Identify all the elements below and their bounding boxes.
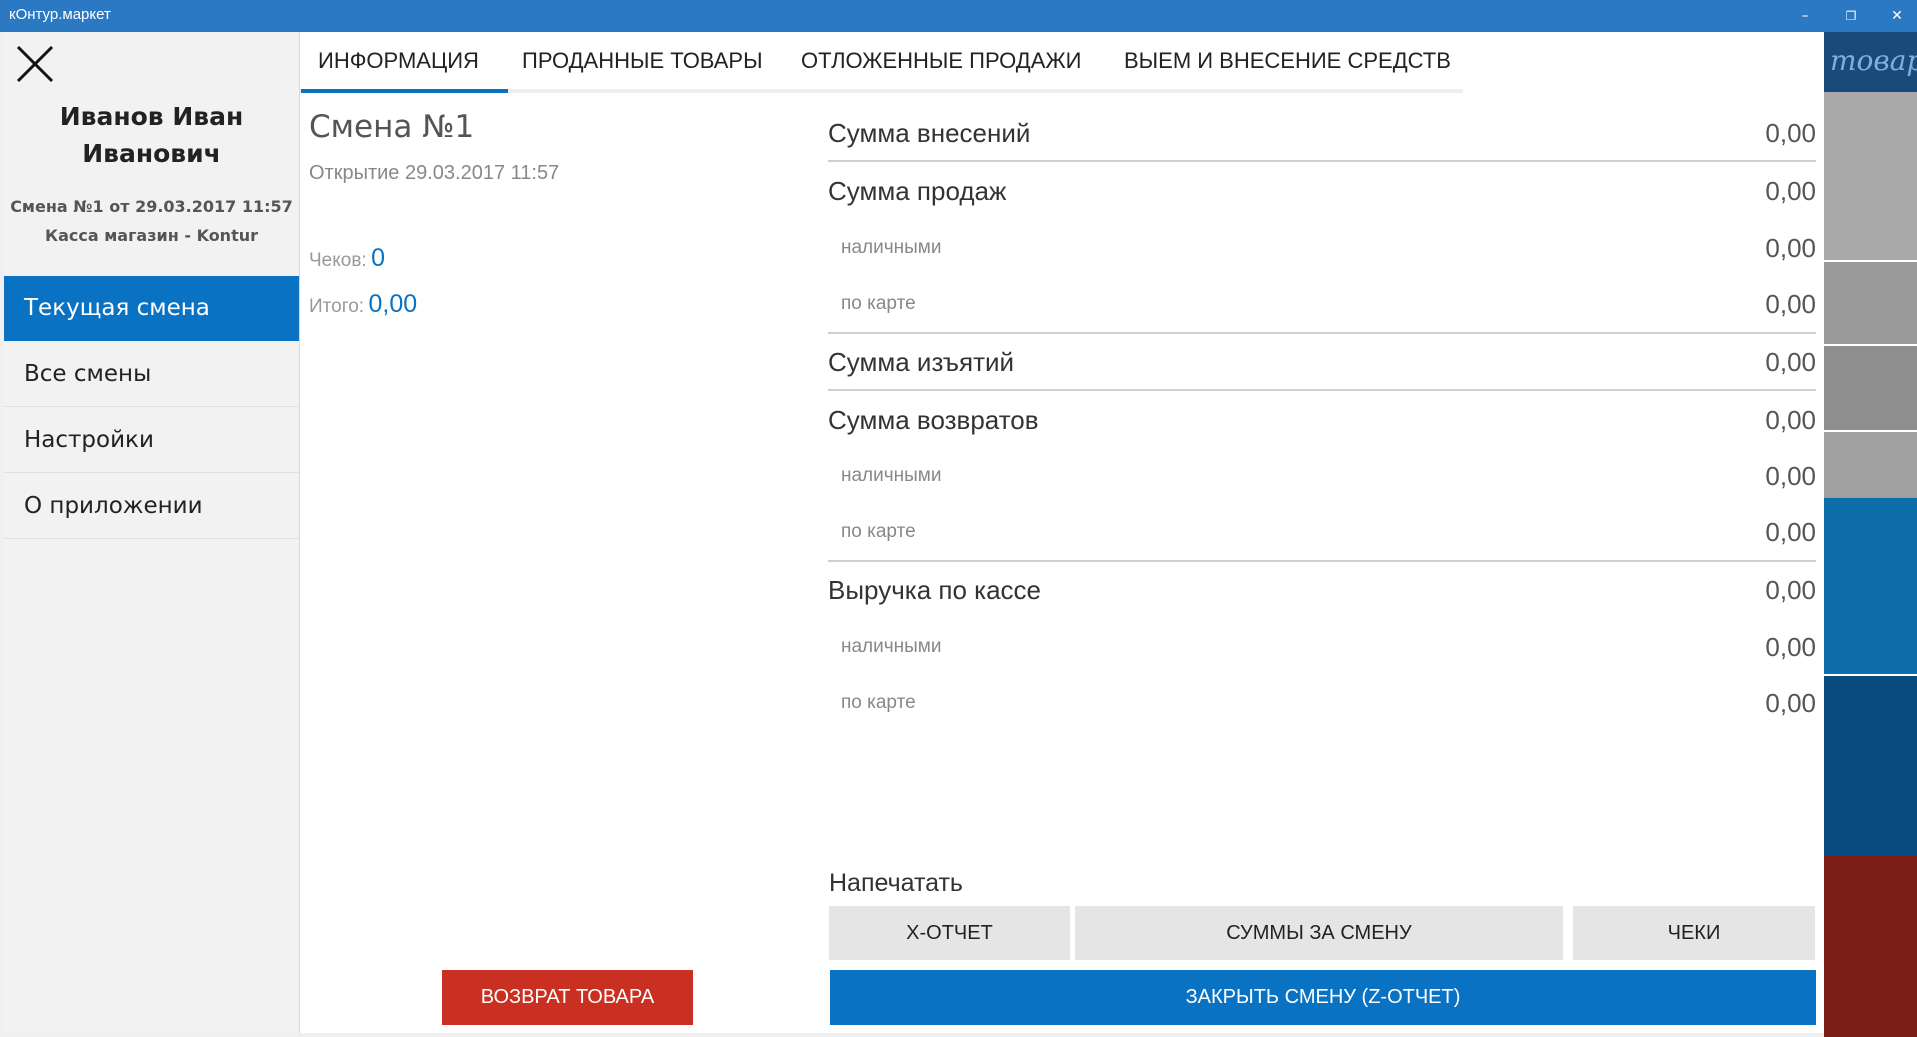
background-tile <box>1824 92 1917 262</box>
sidebar-item-settings[interactable]: Настройки <box>4 408 299 473</box>
row-value: 0,00 <box>1765 517 1816 547</box>
total-value: 0,00 <box>368 290 418 318</box>
row-value: 0,00 <box>1765 118 1816 148</box>
total-label: Итого: <box>309 296 365 317</box>
row-label: Сумма внесений <box>828 118 1031 148</box>
tab-cash-in-out[interactable]: ВЫЕМ И ВНЕСЕНИЕ СРЕДСТВ <box>1124 48 1451 74</box>
background-header: товары <box>1824 32 1917 92</box>
checks-count: Чеков: 0 <box>309 244 385 273</box>
sidebar-item-current-shift[interactable]: Текущая смена <box>4 276 299 341</box>
row-value: 0,00 <box>1765 176 1816 206</box>
row-value: 0,00 <box>1765 461 1816 491</box>
row-label: по карте <box>841 692 916 713</box>
print-checks-button[interactable]: ЧЕКИ <box>1573 906 1815 960</box>
divider <box>828 389 1816 391</box>
divider <box>828 332 1816 334</box>
app-title: кОнтур.маркет <box>9 6 111 23</box>
tab-information[interactable]: ИНФОРМАЦИЯ <box>318 48 479 74</box>
sidebar-item-all-shifts[interactable]: Все смены <box>4 342 299 407</box>
restore-button[interactable]: ❐ <box>1828 0 1874 32</box>
background-tile <box>1824 262 1917 346</box>
shift-opened: Открытие 29.03.2017 11:57 <box>309 162 560 184</box>
background-tile <box>1824 676 1917 856</box>
print-section-label: Напечатать <box>829 869 963 897</box>
row-label: по карте <box>841 293 916 314</box>
shift-info: Смена №1 от 29.03.2017 11:57 <box>10 197 293 216</box>
minimize-button[interactable]: – <box>1782 0 1828 32</box>
row-label: Сумма продаж <box>828 176 1007 206</box>
active-tab-indicator <box>301 89 508 93</box>
row-value: 0,00 <box>1765 688 1816 718</box>
row-label: наличными <box>841 237 942 258</box>
window-close-button[interactable]: ✕ <box>1874 0 1917 32</box>
close-shift-button[interactable]: ЗАКРЫТЬ СМЕНУ (Z-ОТЧЕТ) <box>830 970 1816 1025</box>
row-label: Сумма возвратов <box>828 405 1039 435</box>
row-value: 0,00 <box>1765 233 1816 263</box>
user-name-line2: Иванович <box>82 139 221 168</box>
sidebar: Иванов Иван Иванович Смена №1 от 29.03.2… <box>4 32 300 1033</box>
x-report-button[interactable]: Х-ОТЧЕТ <box>829 906 1070 960</box>
row-label: Выручка по кассе <box>828 575 1042 605</box>
divider <box>828 160 1816 162</box>
background-tile <box>1824 498 1917 676</box>
row-value: 0,00 <box>1765 632 1816 662</box>
row-value: 0,00 <box>1765 347 1816 377</box>
user-name: Иванов Иван Иванович <box>4 98 299 172</box>
close-icon[interactable] <box>12 41 58 87</box>
row-value: 0,00 <box>1765 289 1816 319</box>
checks-value: 0 <box>371 244 386 272</box>
register-info: Касса магазин - Kontur <box>44 226 258 245</box>
sidebar-item-about[interactable]: О приложении <box>4 474 299 539</box>
shift-sums-button[interactable]: СУММЫ ЗА СМЕНУ <box>1075 906 1563 960</box>
window-titlebar: кОнтур.маркет – ❐ ✕ <box>0 0 1917 32</box>
row-label: наличными <box>841 465 942 486</box>
shift-title: Смена №1 <box>309 109 475 145</box>
row-value: 0,00 <box>1765 575 1816 605</box>
background-tile <box>1824 346 1917 432</box>
divider <box>828 560 1816 562</box>
tab-deferred-sales[interactable]: ОТЛОЖЕННЫЕ ПРОДАЖИ <box>801 48 1082 74</box>
user-name-line1: Иванов Иван <box>59 102 244 131</box>
background-tile <box>1824 432 1917 498</box>
shift-dialog: Иванов Иван Иванович Смена №1 от 29.03.2… <box>4 32 1824 1033</box>
checks-label: Чеков: <box>309 250 367 271</box>
return-goods-button[interactable]: ВОЗВРАТ ТОВАРА <box>442 970 693 1025</box>
row-label: наличными <box>841 636 942 657</box>
row-value: 0,00 <box>1765 405 1816 435</box>
total-amount: Итого: 0,00 <box>309 290 417 319</box>
background-text: товары <box>1830 44 1917 77</box>
tab-sold-goods[interactable]: ПРОДАННЫЕ ТОВАРЫ <box>522 48 763 74</box>
row-label: Сумма изъятий <box>828 347 1015 377</box>
row-label: по карте <box>841 521 916 542</box>
background-tile <box>1824 856 1917 1037</box>
